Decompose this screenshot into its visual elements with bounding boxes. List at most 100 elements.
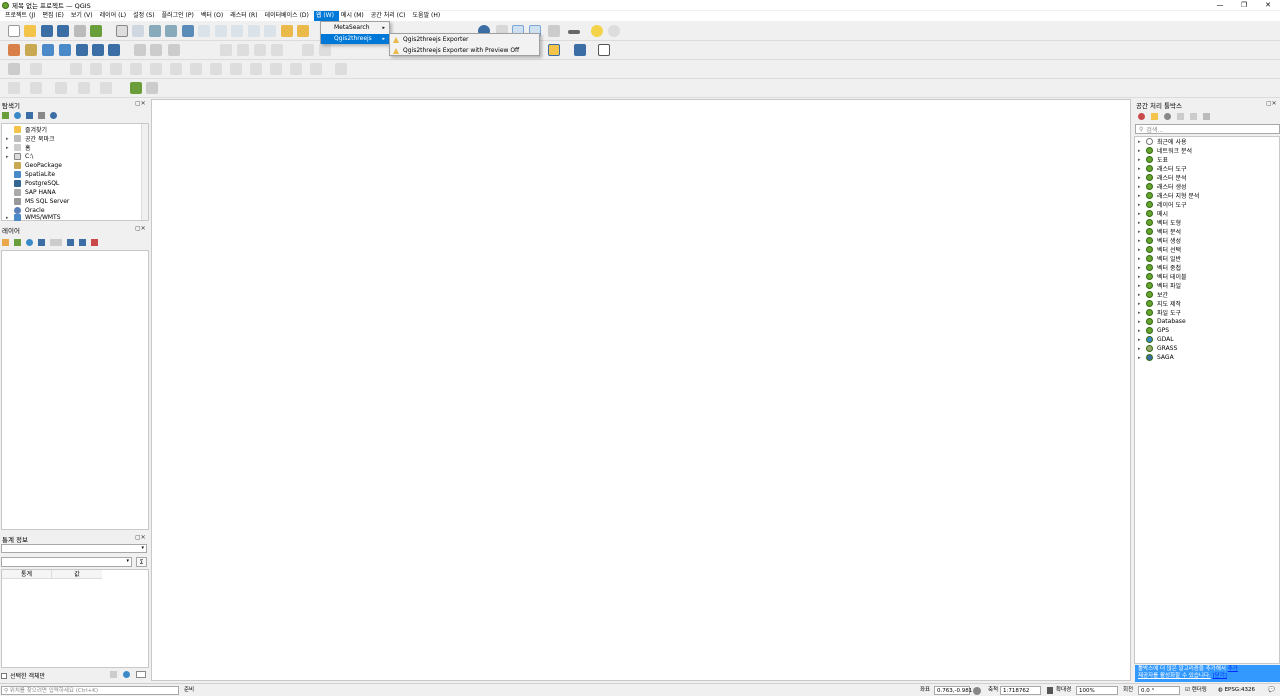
expand-arrow-icon[interactable]: ▸ bbox=[1138, 256, 1146, 262]
rotation-field[interactable]: 0.0 ° bbox=[1138, 686, 1180, 695]
zoom-out-icon[interactable] bbox=[165, 25, 177, 37]
browser-item-mssql[interactable]: MS SQL Server bbox=[6, 197, 69, 206]
browser-item-bookmarks[interactable]: ▸ 공간 북마크 bbox=[6, 134, 55, 143]
expand-arrow-icon[interactable]: ▸ bbox=[1138, 247, 1146, 253]
expand-arrow-icon[interactable]: ▸ bbox=[1138, 292, 1146, 298]
expand-arrow-icon[interactable]: ▸ bbox=[1138, 157, 1146, 163]
processing-item[interactable]: ▸ GRASS bbox=[1138, 344, 1177, 353]
expand-arrow-icon[interactable]: ▸ bbox=[1138, 238, 1146, 244]
zoom-next-icon[interactable] bbox=[264, 25, 276, 37]
coordinate-toggle-icon[interactable] bbox=[973, 687, 981, 695]
rotate-icon[interactable] bbox=[290, 63, 302, 75]
processing-panel-close-icon[interactable]: ▢✕ bbox=[1266, 100, 1277, 107]
menu-settings[interactable]: 설정 (S) bbox=[131, 11, 159, 21]
stats-panel-close-icon[interactable]: ▢✕ bbox=[135, 534, 146, 541]
add-delimited-icon[interactable] bbox=[92, 44, 104, 56]
expand-arrow-icon[interactable]: ▸ bbox=[1138, 355, 1146, 361]
browser-item-c-drive[interactable]: ▸ C:\ bbox=[6, 152, 33, 161]
refresh-stats-icon[interactable] bbox=[123, 671, 130, 678]
minimize-button[interactable]: — bbox=[1208, 0, 1232, 10]
deselect-icon[interactable] bbox=[55, 82, 67, 94]
browser-item-postgresql[interactable]: PostgreSQL bbox=[6, 179, 59, 188]
expand-arrow-icon[interactable]: ▸ bbox=[1138, 139, 1146, 145]
stats-field-select[interactable]: ▾ bbox=[1, 557, 132, 567]
more-icon[interactable] bbox=[136, 671, 146, 678]
browser-scrollbar[interactable] bbox=[141, 124, 148, 220]
add-vector-icon[interactable] bbox=[42, 44, 54, 56]
zoom-full-icon[interactable] bbox=[182, 25, 194, 37]
filter-expression-icon[interactable] bbox=[50, 238, 62, 246]
menu-vector[interactable]: 벡터 (O) bbox=[199, 11, 228, 21]
expand-arrow-icon[interactable]: ▸ bbox=[1138, 229, 1146, 235]
lock-icon[interactable] bbox=[1047, 687, 1053, 694]
new-project-icon[interactable] bbox=[8, 25, 20, 37]
expand-all-icon[interactable] bbox=[67, 238, 74, 246]
processing-toolbox-icon[interactable] bbox=[130, 82, 142, 94]
processing-item[interactable]: ▸ 네트워크 분석 bbox=[1138, 146, 1192, 155]
visibility-icon[interactable] bbox=[26, 238, 33, 246]
zoom-selection-icon[interactable] bbox=[198, 25, 210, 37]
browser-panel-close-icon[interactable]: ▢✕ bbox=[135, 100, 146, 107]
snap-icon[interactable] bbox=[30, 63, 42, 75]
diagram-icon[interactable] bbox=[190, 63, 202, 75]
merge-icon[interactable] bbox=[270, 63, 282, 75]
redo-icon[interactable] bbox=[319, 44, 331, 56]
processing-item[interactable]: ▸ 벡터 파일 bbox=[1138, 281, 1181, 290]
add-provider-link[interactable]: 추가 bbox=[1228, 666, 1238, 672]
expand-arrow-icon[interactable]: ▸ bbox=[1138, 220, 1146, 226]
profile-tool-icon[interactable] bbox=[598, 44, 610, 56]
expand-arrow-icon[interactable]: ▸ bbox=[1138, 148, 1146, 154]
paste-icon[interactable] bbox=[271, 44, 283, 56]
properties-icon[interactable] bbox=[50, 112, 57, 119]
processing-item[interactable]: ▸ 최근에 사용 bbox=[1138, 137, 1187, 146]
processing-item[interactable]: ▸ 벡터 생성 bbox=[1138, 236, 1181, 245]
wrench-icon[interactable] bbox=[1203, 112, 1210, 120]
copy-icon[interactable] bbox=[254, 44, 266, 56]
processing-item[interactable]: ▸ 메시 bbox=[1138, 209, 1168, 218]
checkbox-box[interactable] bbox=[1, 672, 7, 679]
stats-layer-select[interactable]: ▾ bbox=[1, 544, 147, 553]
scale-field[interactable]: 1:718762 bbox=[1000, 686, 1041, 695]
browser-item-geopackage[interactable]: GeoPackage bbox=[6, 161, 62, 170]
menu-view[interactable]: 보기 (V) bbox=[69, 11, 98, 21]
zoom-native-icon[interactable] bbox=[231, 25, 243, 37]
processing-item[interactable]: ▸ 벡터 선택 bbox=[1138, 245, 1181, 254]
select-expression-icon[interactable] bbox=[100, 82, 112, 94]
cut-icon[interactable] bbox=[237, 44, 249, 56]
close-button[interactable]: ✕ bbox=[1256, 0, 1280, 10]
expand-arrow-icon[interactable]: ▸ bbox=[1138, 202, 1146, 208]
menu-database[interactable]: 데이터베이스 (D) bbox=[263, 11, 314, 21]
expand-arrow-icon[interactable]: ▸ bbox=[1138, 211, 1146, 217]
menu-raster[interactable]: 래스터 (R) bbox=[228, 11, 262, 21]
filter-legend-icon[interactable] bbox=[38, 238, 45, 246]
style-manager-icon[interactable] bbox=[90, 25, 102, 37]
undo-icon[interactable] bbox=[302, 44, 314, 56]
messages-icon[interactable]: 💬 bbox=[1268, 686, 1275, 695]
pan-to-selection-icon[interactable] bbox=[132, 25, 144, 37]
selection-icon[interactable] bbox=[8, 82, 20, 94]
processing-item[interactable]: ▸ 벡터 중첩 bbox=[1138, 263, 1181, 272]
expand-arrow-icon[interactable]: ▸ bbox=[1138, 166, 1146, 172]
save-project-icon[interactable] bbox=[41, 25, 53, 37]
help-icon[interactable] bbox=[574, 44, 586, 56]
simplify-icon[interactable] bbox=[310, 63, 322, 75]
expand-arrow-icon[interactable]: ▸ bbox=[1138, 265, 1146, 271]
new-layer-icon[interactable] bbox=[25, 44, 37, 56]
expand-arrow-icon[interactable]: ▸ bbox=[1138, 346, 1146, 352]
processing-search[interactable]: ⚲ 검색... bbox=[1135, 124, 1280, 134]
activate-provider-link[interactable]: 제공자를 활성화할 수 있습니다. bbox=[1138, 673, 1211, 679]
label-rotate-icon[interactable] bbox=[150, 63, 162, 75]
expand-arrow-icon[interactable]: ▸ bbox=[1138, 337, 1146, 343]
model-designer-icon[interactable] bbox=[146, 82, 158, 94]
selected-only-checkbox[interactable]: 선택한 객체만 bbox=[1, 671, 45, 680]
data-source-manager-icon[interactable] bbox=[8, 44, 20, 56]
processing-item[interactable]: ▸ Database bbox=[1138, 317, 1186, 326]
menu-web[interactable]: 웹 (W) bbox=[313, 11, 339, 21]
zoom-last-icon[interactable] bbox=[248, 25, 260, 37]
pan-hand-icon[interactable] bbox=[116, 25, 128, 37]
open-project-icon[interactable] bbox=[24, 25, 36, 37]
expand-arrow-icon[interactable]: ▸ bbox=[1138, 319, 1146, 325]
scripts-icon[interactable] bbox=[1151, 112, 1158, 120]
expand-arrow-icon[interactable]: ▸ bbox=[1138, 283, 1146, 289]
processing-item[interactable]: ▸ 벡터 일반 bbox=[1138, 254, 1181, 263]
